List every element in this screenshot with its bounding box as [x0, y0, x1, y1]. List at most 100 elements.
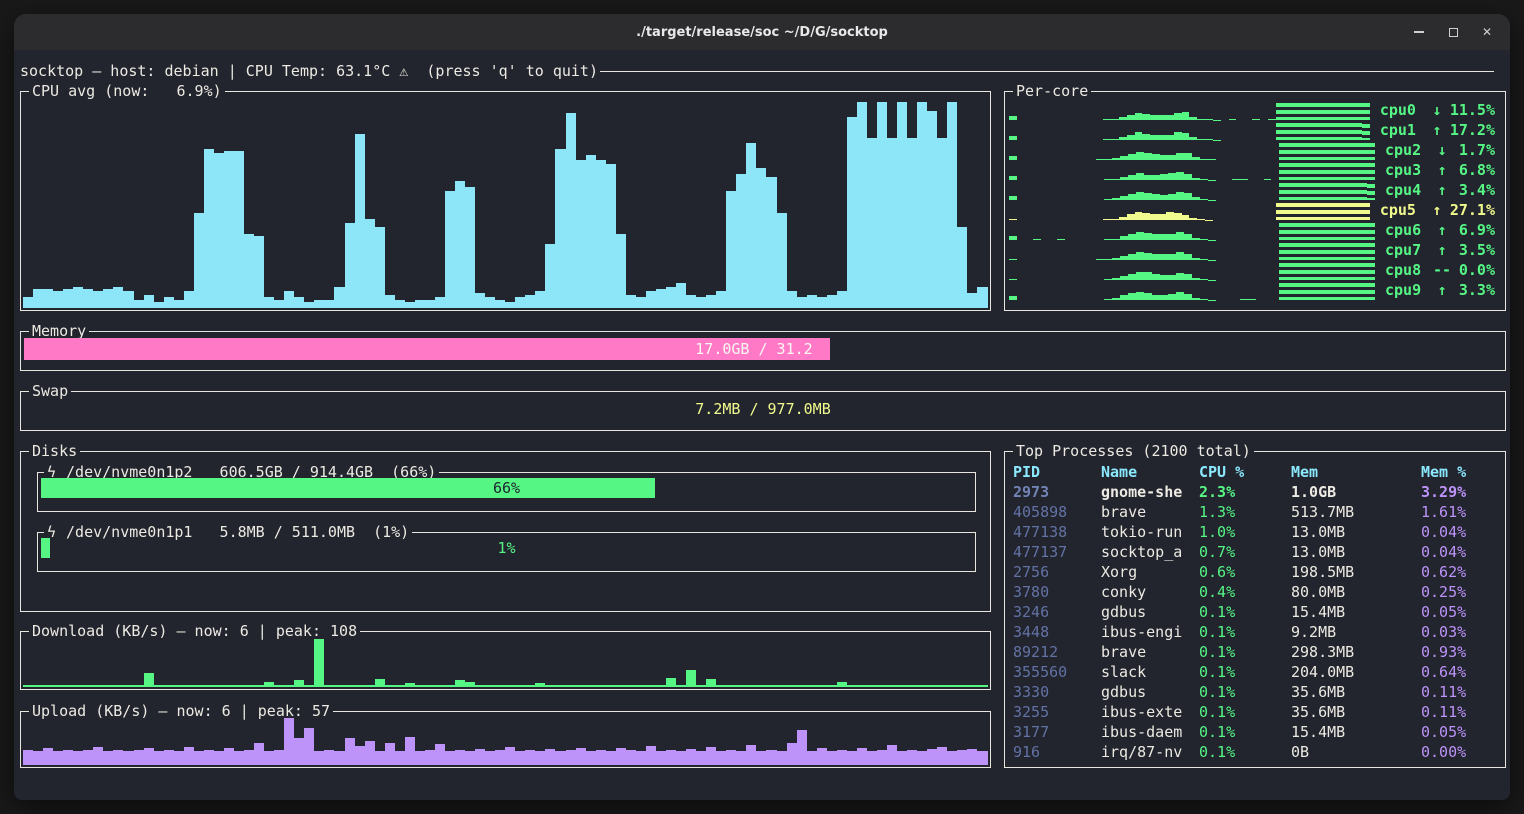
column-header-name: Name [1101, 462, 1199, 482]
download-bar [756, 685, 766, 687]
upload-bar [525, 750, 535, 765]
cpu7-spark-bar [1303, 243, 1311, 260]
cpu8-spark-bar [1287, 263, 1295, 280]
upload-bar [576, 748, 586, 765]
process-table-header: PIDNameCPU %MemMem % [1013, 462, 1501, 482]
process-pid: 89212 [1013, 642, 1101, 662]
upload-bar [586, 751, 596, 765]
terminal-content: socktop — host: debian | CPU Temp: 63.1°… [14, 50, 1510, 800]
cpu4-spark-bar [1311, 183, 1319, 200]
cpu2-spark-bar [1144, 153, 1152, 160]
cpu1-spark-bar [1315, 123, 1323, 140]
cpu-avg-bar [324, 300, 334, 308]
cpu6-spark-bar [1136, 232, 1144, 240]
process-name: gdbus [1101, 682, 1199, 702]
download-bar [425, 685, 435, 687]
upload-bar [445, 751, 455, 765]
disk-item-nvme0n1p2: ϟ /dev/nvme0n1p2 606.5GB / 914.4GB (66%)… [37, 472, 976, 512]
close-button[interactable]: ✕ [1474, 19, 1500, 45]
process-cpu: 1.0% [1199, 522, 1291, 542]
download-bar [726, 685, 736, 687]
upload-bar [83, 750, 93, 765]
cpu5-sparkline [1009, 202, 1370, 220]
process-mem: 35.6MB [1291, 702, 1421, 722]
upload-bar [686, 749, 696, 765]
maximize-button[interactable] [1440, 19, 1466, 45]
cpu-avg-bar [204, 149, 214, 308]
process-mem: 298.3MB [1291, 642, 1421, 662]
download-bar [616, 685, 626, 687]
cpu1-spark-bar [1276, 123, 1284, 140]
cpu8-spark-bar [1303, 263, 1311, 280]
process-mem: 15.4MB [1291, 722, 1421, 742]
cpu-avg-chart [23, 96, 988, 308]
upload-bar [33, 751, 43, 765]
upload-bar [324, 750, 334, 765]
upload-bar [294, 738, 304, 765]
cpu-avg-bar [626, 295, 636, 308]
cpu-avg-bar [254, 236, 264, 308]
cpu-avg-bar [33, 289, 43, 308]
cpu3-spark-bar [1168, 173, 1176, 180]
per-core-panel: Per-core cpu0↓11.5%cpu1↑17.2%cpu2↓1.7%cp… [1004, 91, 1506, 311]
core-row-cpu9: cpu9↑3.3% [1009, 280, 1499, 300]
download-bar [847, 685, 857, 687]
cpu0-spark-bar [1346, 103, 1354, 120]
cpu7-spark-bar [1279, 243, 1287, 260]
process-mem-percent: 0.05% [1421, 602, 1501, 622]
upload-bar [636, 751, 646, 765]
cpu4-spark-bar [1327, 183, 1335, 200]
cpu4-spark-bar [1184, 193, 1192, 200]
upload-bar [857, 748, 867, 765]
cpu7-spark-bar [1327, 243, 1335, 260]
cpu5-spark-bar [1284, 203, 1292, 220]
cpu9-spark-bar [1176, 292, 1184, 300]
process-mem-percent: 0.93% [1421, 642, 1501, 662]
process-pid: 477138 [1013, 522, 1101, 542]
download-bar [626, 685, 636, 687]
download-bar [244, 685, 254, 687]
upload-bar [666, 750, 676, 765]
desktop: ./target/release/soc ~/D/G/socktop ✕ soc… [0, 0, 1524, 814]
cpu3-spark-bar [1327, 163, 1335, 180]
upload-bar [596, 750, 606, 765]
trend-flat-icon: -- [1429, 260, 1455, 280]
upload-bar [726, 750, 736, 765]
cpu-avg-bar [766, 177, 776, 308]
download-bar [505, 685, 515, 687]
core-name: cpu2 [1385, 140, 1429, 160]
trend-down-icon: ↓ [1424, 100, 1450, 120]
cpu-avg-bar [113, 287, 123, 308]
disk1-gauge-text: 66% [41, 478, 972, 498]
column-header-mem: Mem % [1421, 462, 1501, 482]
upload-bar [817, 748, 827, 765]
cpu1-spark-bar [1174, 132, 1182, 140]
upload-bar [475, 749, 485, 765]
upload-bar [63, 750, 73, 765]
window-titlebar[interactable]: ./target/release/soc ~/D/G/socktop ✕ [14, 14, 1510, 50]
cpu-avg-bar [676, 283, 686, 308]
process-name: ibus-daem [1101, 722, 1199, 742]
cpu9-spark-bar [1311, 283, 1319, 300]
upload-bar [797, 730, 807, 765]
cpu-avg-bar [385, 295, 395, 308]
cpu7-label: cpu7↑3.5% [1375, 240, 1499, 260]
cpu5-spark-bar [1307, 203, 1315, 220]
cpu4-sparkline [1009, 182, 1375, 200]
cpu5-label: cpu5↑27.1% [1370, 200, 1499, 220]
cpu6-spark-bar [1176, 232, 1184, 240]
upload-bar [234, 751, 244, 765]
cpu-avg-bar [746, 143, 756, 308]
core-name: cpu3 [1385, 160, 1429, 180]
download-bar [375, 679, 385, 687]
upload-bar [746, 745, 756, 765]
trend-up-icon: ↑ [1429, 180, 1455, 200]
download-bar [304, 685, 314, 687]
cpu2-spark-bar [1279, 143, 1287, 160]
cpu9-spark-bar [1351, 283, 1359, 300]
minimize-button[interactable] [1406, 19, 1432, 45]
cpu3-label: cpu3↑6.8% [1375, 160, 1499, 180]
cpu9-spark-bar [1104, 299, 1112, 300]
cpu6-spark-bar [1295, 223, 1303, 240]
process-pid: 916 [1013, 742, 1101, 762]
